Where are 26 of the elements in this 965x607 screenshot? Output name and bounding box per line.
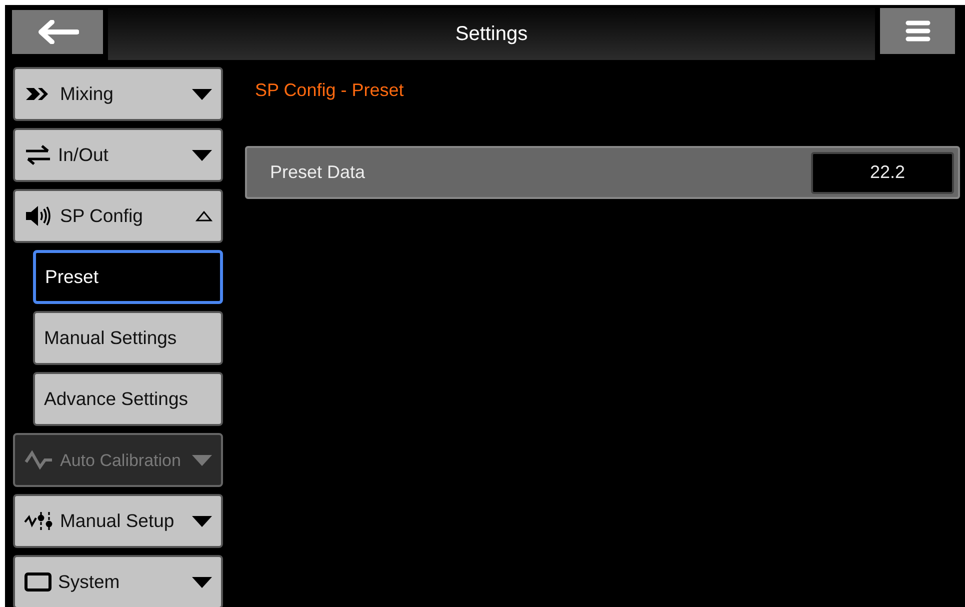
left-arrow-icon: [36, 20, 78, 44]
waveform-slider-icon: [24, 510, 54, 532]
caret-down-icon: [191, 148, 213, 162]
category-button[interactable]: System: [13, 555, 223, 607]
category-button[interactable]: SP Config: [13, 189, 223, 243]
category-button[interactable]: Mixing: [13, 67, 223, 121]
category-button[interactable]: Manual Setup: [13, 494, 223, 548]
caret-up-icon: [195, 210, 213, 222]
menu-icon: [904, 20, 930, 42]
submenu-item[interactable]: Preset: [33, 250, 223, 304]
setting-label: Preset Data: [270, 162, 366, 183]
swap-arrows-icon: [24, 145, 52, 165]
rectangle-icon: [24, 572, 52, 592]
submenu-item[interactable]: Manual Settings: [33, 311, 223, 365]
category-button[interactable]: In/Out: [13, 128, 223, 182]
pulse-wave-icon: [24, 450, 54, 470]
submenu-item[interactable]: Advance Settings: [33, 372, 223, 426]
menu-button[interactable]: [880, 8, 955, 54]
window-title: Settings: [455, 22, 528, 46]
caret-down-icon: [191, 454, 213, 466]
back-button[interactable]: [12, 10, 103, 54]
value-field[interactable]: 22.2: [811, 152, 954, 194]
caret-down-icon: [191, 576, 213, 588]
page-heading: SP Config - Preset: [255, 80, 405, 102]
caret-down-icon: [191, 88, 213, 100]
caret-down-icon: [191, 514, 213, 528]
